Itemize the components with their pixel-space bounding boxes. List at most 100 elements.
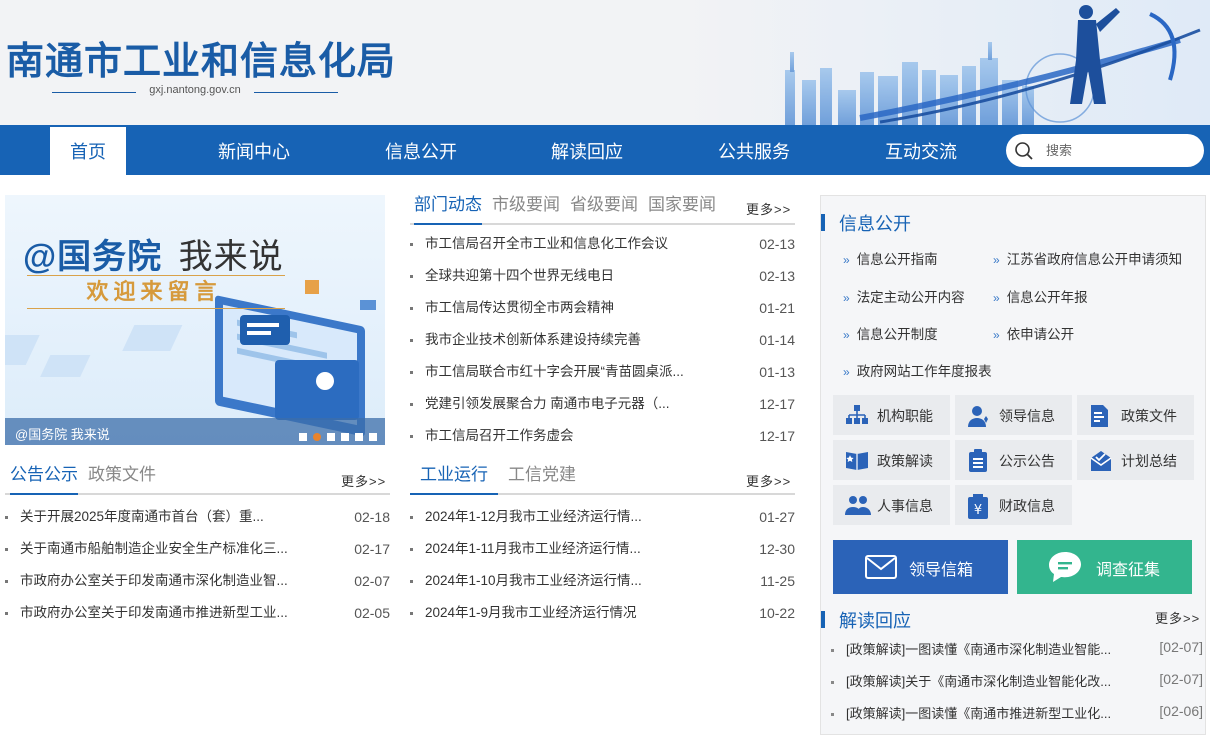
list-item[interactable]: 全球共迎第十四个世界无线电日 02-13	[410, 260, 795, 292]
link-apply-disclosure[interactable]: » 依申请公开	[993, 323, 1074, 343]
btn-finance-info[interactable]: ¥ 财政信息	[955, 485, 1072, 525]
news-more-link[interactable]: 更多>>	[746, 199, 791, 218]
notices-more-link[interactable]: 更多>>	[341, 471, 386, 490]
list-item[interactable]: 2024年1-10月我市工业经济运行情... 11-25	[410, 565, 795, 597]
interpretation-list: [政策解读]一图读懂《南通市深化制造业智能... [02-07] [政策解读]关于《…	[831, 634, 1203, 730]
list-item[interactable]: 2024年1-11月我市工业经济运行情... 12-30	[410, 533, 795, 565]
org-chart-icon	[846, 405, 868, 424]
item-title: 市工信局联合市红十字会开展“青苗圆桌派...	[425, 364, 684, 379]
bullet-dot	[5, 548, 8, 551]
nav-interpretation[interactable]: 解读回应	[541, 125, 633, 175]
link-statutory-content[interactable]: » 法定主动公开内容	[843, 286, 965, 306]
double-chevron-icon: »	[843, 365, 850, 379]
list-item[interactable]: 2024年1-9月我市工业经济运行情况 10-22	[410, 597, 795, 629]
news-list: 市工信局召开全市工业和信息化工作会议 02-13 全球共迎第十四个世界无线电日 02-…	[410, 228, 795, 452]
item-title: 党建引领发展聚合力 南通市电子元器（...	[425, 396, 670, 411]
item-date: 02-13	[759, 268, 795, 284]
search-input[interactable]	[1046, 140, 1196, 161]
divider	[52, 92, 136, 93]
list-item[interactable]: 市政府办公室关于印发南通市推进新型工业... 02-05	[5, 597, 390, 629]
tab-industry-ops[interactable]: 工业运行	[410, 463, 498, 495]
list-item[interactable]: 2024年1-12月我市工业经济运行情... 01-27	[410, 501, 795, 533]
carousel-caption[interactable]: @国务院 我来说	[15, 424, 110, 443]
section-marker	[821, 611, 825, 628]
banner-carousel[interactable]: @国务院 我来说 欢迎来留言 @国务院 我来说	[5, 195, 385, 445]
link-website-report[interactable]: » 政府网站工作年度报表	[843, 360, 992, 380]
list-item[interactable]: [政策解读]一图读懂《南通市推进新型工业化... [02-06]	[831, 698, 1203, 730]
site-title[interactable]: 南通市工业和信息化局	[6, 30, 396, 85]
link-label: 江苏省政府信息公开申请须知	[1006, 252, 1183, 267]
carousel-caption-bar: @国务院 我来说	[5, 418, 385, 445]
link-jiangsu-notice[interactable]: » 江苏省政府信息公开申请须知	[993, 248, 1182, 268]
double-chevron-icon: »	[993, 253, 1000, 267]
nav-news[interactable]: 新闻中心	[208, 125, 300, 175]
carousel-dot[interactable]	[355, 433, 363, 441]
list-item[interactable]: 市工信局传达贯彻全市两会精神 01-21	[410, 292, 795, 324]
carousel-dot[interactable]	[299, 433, 307, 441]
tab-notices[interactable]: 公告公示	[10, 463, 78, 495]
link-disclosure-system[interactable]: » 信息公开制度	[843, 323, 938, 343]
carousel-dot[interactable]	[369, 433, 377, 441]
list-item[interactable]: 党建引领发展聚合力 南通市电子元器（... 12-17	[410, 388, 795, 420]
nav-info-disclosure[interactable]: 信息公开	[375, 125, 467, 175]
list-item[interactable]: 市工信局召开工作务虚会 12-17	[410, 420, 795, 452]
nav-interaction[interactable]: 互动交流	[875, 125, 967, 175]
nav-home[interactable]: 首页	[50, 127, 126, 175]
btn-plan-summary[interactable]: 计划总结	[1077, 440, 1194, 480]
survey-button[interactable]: 调查征集	[1017, 540, 1192, 594]
bullet-dot	[410, 516, 413, 519]
carousel-dot[interactable]	[341, 433, 349, 441]
btn-label: 领导信息	[999, 408, 1055, 424]
leader-icon	[968, 406, 988, 427]
item-date: 02-13	[759, 236, 795, 252]
nav-public-service[interactable]: 公共服务	[708, 125, 800, 175]
btn-personnel-info[interactable]: 人事信息	[833, 485, 950, 525]
btn-policy-interpretation[interactable]: 政策解读	[833, 440, 950, 480]
item-date: 12-30	[759, 541, 795, 557]
interpretation-more-link[interactable]: 更多>>	[1155, 608, 1200, 627]
list-item[interactable]: 市工信局召开全市工业和信息化工作会议 02-13	[410, 228, 795, 260]
industry-more-link[interactable]: 更多>>	[746, 471, 791, 490]
list-item[interactable]: 关于开展2025年度南通市首台（套）重... 02-18	[5, 501, 390, 533]
list-item[interactable]: [政策解读]关于《南通市深化制造业智能化改... [02-07]	[831, 666, 1203, 698]
btn-org-functions[interactable]: 机构职能	[833, 395, 950, 435]
leader-mailbox-button[interactable]: 领导信箱	[833, 540, 1008, 594]
list-item[interactable]: 我市企业技术创新体系建设持续完善 01-14	[410, 324, 795, 356]
tab-policy-docs[interactable]: 政策文件	[88, 463, 156, 495]
carousel-dot[interactable]	[327, 433, 335, 441]
item-title: 2024年1-10月我市工业经济运行情...	[425, 573, 642, 588]
item-title: [政策解读]关于《南通市深化制造业智能化改...	[846, 674, 1112, 689]
link-label: 法定主动公开内容	[856, 290, 965, 305]
list-item[interactable]: 市政府办公室关于印发南通市深化制造业智... 02-07	[5, 565, 390, 597]
item-date: 02-07	[354, 573, 390, 589]
link-annual-report[interactable]: » 信息公开年报	[993, 286, 1088, 306]
bullet-dot	[410, 371, 413, 374]
btn-leader-info[interactable]: 领导信息	[955, 395, 1072, 435]
bullet-dot	[410, 580, 413, 583]
btn-public-notices[interactable]: 公示公告	[955, 440, 1072, 480]
item-date: 01-13	[759, 364, 795, 380]
link-info-guide[interactable]: » 信息公开指南	[843, 248, 938, 268]
btn-policy-docs[interactable]: 政策文件	[1077, 395, 1194, 435]
tab-party-building[interactable]: 工信党建	[508, 463, 576, 495]
tab-dept-news[interactable]: 部门动态	[414, 193, 482, 225]
double-chevron-icon: »	[993, 328, 1000, 342]
item-title: 全球共迎第十四个世界无线电日	[425, 268, 614, 283]
mail-icon	[865, 555, 897, 579]
item-title: [政策解读]一图读懂《南通市深化制造业智能...	[846, 642, 1112, 657]
search-box[interactable]	[1006, 134, 1204, 167]
svg-text:¥: ¥	[974, 503, 982, 518]
carousel-dot[interactable]	[313, 433, 321, 441]
tab-province-news[interactable]: 省级要闻	[570, 193, 638, 225]
link-label: 信息公开年报	[1006, 290, 1088, 305]
bullet-dot	[410, 275, 413, 278]
search-icon[interactable]	[1014, 141, 1034, 161]
tab-national-news[interactable]: 国家要闻	[648, 193, 716, 225]
site-domain: gxj.nantong.gov.cn	[149, 84, 241, 96]
list-item[interactable]: [政策解读]一图读懂《南通市深化制造业智能... [02-07]	[831, 634, 1203, 666]
list-item[interactable]: 关于南通市船舶制造企业安全生产标准化三... 02-17	[5, 533, 390, 565]
bullet-dot	[831, 713, 834, 716]
list-item[interactable]: 市工信局联合市红十字会开展“青苗圆桌派... 01-13	[410, 356, 795, 388]
tab-city-news[interactable]: 市级要闻	[492, 193, 560, 225]
item-title: 市工信局召开工作务虚会	[425, 428, 574, 443]
